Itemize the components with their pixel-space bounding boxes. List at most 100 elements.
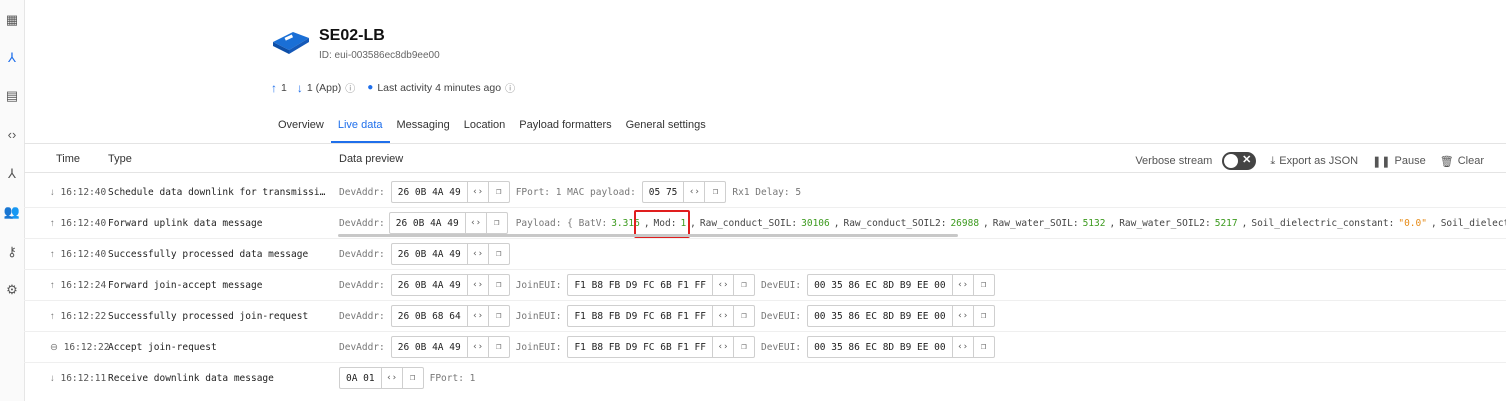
row-preview: DevAddr: 26 0B 4A 49 ‹› ❐ FPort: 1 MAC pay…: [339, 181, 801, 203]
toggle-format-icon[interactable]: ‹›: [464, 213, 486, 233]
table-row[interactable]: ↓ 16:12:40 Schedule data downlink for tr…: [24, 177, 1506, 208]
joineui-chip: F1 B8 FB D9 FC 6B F1 FF ‹› ❐: [567, 336, 756, 358]
col-data-preview: Data preview: [339, 153, 404, 165]
clear-label: Clear: [1457, 155, 1484, 167]
messages-icon[interactable]: ▤: [4, 88, 20, 104]
uplink-arrow-icon: ↑: [271, 80, 277, 95]
row-time: ↑ 16:12:24: [50, 280, 107, 291]
dashboard-icon[interactable]: ▦: [4, 12, 20, 28]
device-id: ID: eui-003586ec8db9ee00: [319, 50, 440, 61]
code-icon[interactable]: ‹›: [4, 126, 20, 142]
uplink-count: 1: [281, 81, 287, 94]
row-preview: DevAddr: 26 0B 4A 49 ‹› ❐ Payload: { BatV:…: [339, 212, 1506, 234]
devaddr-chip: 26 0B 68 64 ‹› ❐: [390, 305, 510, 327]
verbose-stream-label: Verbose stream: [1135, 155, 1213, 167]
activity-help-icon[interactable]: ⓘ: [505, 80, 515, 95]
stream-tools: Verbose stream ✕ ⤓ Export as JSON ❚❚ Pau…: [1135, 152, 1484, 170]
copy-icon[interactable]: ❐: [487, 306, 509, 326]
tab-messaging[interactable]: Messaging: [390, 119, 457, 143]
copy-icon[interactable]: ❐: [487, 182, 509, 202]
col-time: Time: [56, 153, 81, 165]
row-time: ↑ 16:12:40: [50, 218, 107, 229]
deveui-chip: 00 35 86 EC 8D B9 EE 00 ‹› ❐: [807, 274, 995, 296]
toggle-format-icon[interactable]: ‹›: [466, 275, 488, 295]
table-row[interactable]: ⊖ 16:12:22 Accept join-request DevAddr: …: [24, 332, 1506, 363]
tab-general-settings[interactable]: General settings: [619, 119, 713, 143]
row-preview: DevAddr: 26 0B 68 64 ‹› ❐ JoinEUI: F1 B8 F…: [339, 305, 995, 327]
row-preview: 0A 01 ‹› ❐ FPort: 1: [339, 367, 475, 389]
toggle-format-icon[interactable]: ‹›: [466, 244, 488, 264]
copy-icon[interactable]: ❐: [704, 182, 725, 202]
clear-button[interactable]: 🗑 Clear: [1440, 155, 1484, 168]
row-type: Successfully processed data message: [108, 249, 309, 260]
copy-icon[interactable]: ❐: [972, 306, 994, 326]
table-row[interactable]: ↑ 16:12:22 Successfully processed join-r…: [24, 301, 1506, 332]
copy-icon[interactable]: ❐: [487, 244, 509, 264]
last-activity: Last activity 4 minutes ago: [377, 81, 502, 94]
toggle-format-icon[interactable]: ‹›: [951, 306, 973, 326]
tab-overview[interactable]: Overview: [271, 119, 331, 143]
tab-location[interactable]: Location: [457, 119, 513, 143]
horizontal-scrollbar[interactable]: [338, 234, 958, 237]
copy-icon[interactable]: ❐: [733, 306, 754, 326]
table-row[interactable]: ↑ 16:12:24 Forward join-accept message D…: [24, 270, 1506, 301]
toggle-format-icon[interactable]: ‹›: [466, 337, 488, 357]
table-row[interactable]: ↓ 16:12:11 Receive downlink data message…: [24, 363, 1506, 394]
verbose-stream-toggle-group[interactable]: Verbose stream ✕: [1135, 152, 1257, 170]
toggle-format-icon[interactable]: ‹›: [380, 368, 402, 388]
key-icon[interactable]: ⚷: [4, 244, 20, 260]
toggle-format-icon[interactable]: ‹›: [466, 306, 488, 326]
toggle-format-icon[interactable]: ‹›: [712, 275, 733, 295]
copy-icon[interactable]: ❐: [972, 337, 994, 357]
row-time: ↓ 16:12:11: [50, 373, 107, 384]
payload-label: Payload: { BatV:: [515, 217, 608, 229]
toggle-format-icon[interactable]: ‹›: [712, 337, 733, 357]
tab-payload-formatters[interactable]: Payload formatters: [512, 119, 618, 143]
settings-icon[interactable]: ⚙: [4, 282, 20, 298]
device-stats: ↑ 1 ↓ 1 (App) ⓘ ● Last activity 4 minute…: [271, 80, 515, 96]
toggle-format-icon[interactable]: ‹›: [466, 182, 488, 202]
copy-icon[interactable]: ❐: [487, 275, 509, 295]
help-icon[interactable]: ⓘ: [345, 80, 355, 95]
toggle-format-icon[interactable]: ‹›: [712, 306, 733, 326]
copy-icon[interactable]: ❐: [972, 275, 994, 295]
device-title: SE02-LB: [319, 27, 385, 44]
devaddr-chip: 26 0B 4A 49 ‹› ❐: [388, 212, 508, 234]
joineui-chip: F1 B8 FB D9 FC 6B F1 FF ‹› ❐: [567, 305, 756, 327]
pause-label: Pause: [1394, 155, 1426, 167]
applications-icon[interactable]: ⅄: [4, 50, 20, 66]
copy-icon[interactable]: ❐: [485, 213, 507, 233]
row-type: Forward join-accept message: [108, 280, 263, 291]
export-json-label: Export as JSON: [1279, 155, 1359, 167]
copy-icon[interactable]: ❐: [733, 337, 754, 357]
mac-payload-chip: 05 75 ‹› ❐: [641, 181, 727, 203]
deveui-chip: 00 35 86 EC 8D B9 EE 00 ‹› ❐: [807, 305, 995, 327]
row-type: Receive downlink data message: [108, 373, 274, 384]
trash-icon: 🗑: [1439, 155, 1454, 168]
pause-button[interactable]: ❚❚ Pause: [1372, 155, 1426, 168]
row-time: ⊖ 16:12:22: [50, 342, 110, 353]
row-time: ↑ 16:12:22: [50, 311, 107, 322]
table-row[interactable]: ↑ 16:12:40 Successfully processed data m…: [24, 239, 1506, 270]
copy-icon[interactable]: ❐: [733, 275, 754, 295]
row-time: ↓ 16:12:40: [50, 187, 107, 198]
users-icon[interactable]: 👥: [4, 204, 20, 220]
toggle-format-icon[interactable]: ‹›: [683, 182, 704, 202]
joineui-chip: F1 B8 FB D9 FC 6B F1 FF ‹› ❐: [567, 274, 756, 296]
devaddr-chip: 26 0B 4A 49 ‹› ❐: [390, 274, 510, 296]
toggle-format-icon[interactable]: ‹›: [951, 337, 973, 357]
tab-live-data[interactable]: Live data: [330, 119, 390, 143]
tab-divider: [24, 143, 1506, 144]
verbose-stream-toggle[interactable]: ✕: [1222, 152, 1257, 170]
copy-icon[interactable]: ❐: [487, 337, 509, 357]
row-preview: DevAddr: 26 0B 4A 49 ‹› ❐ JoinEUI: F1 B8 F…: [339, 274, 995, 296]
export-json-button[interactable]: ⤓ Export as JSON: [1270, 155, 1358, 168]
left-rail: ▦ ⅄ ▤ ‹› ⅄ 👥 ⚷ ⚙: [0, 0, 25, 401]
devaddr-chip: 26 0B 4A 49 ‹› ❐: [390, 243, 510, 265]
table-header-divider: [24, 172, 1506, 173]
toggle-format-icon[interactable]: ‹›: [951, 275, 973, 295]
gateway-icon[interactable]: ⅄: [4, 166, 20, 182]
copy-icon[interactable]: ❐: [401, 368, 423, 388]
activity-dot-icon: ●: [367, 82, 374, 93]
devaddr-chip: 26 0B 4A 49 ‹› ❐: [390, 336, 510, 358]
